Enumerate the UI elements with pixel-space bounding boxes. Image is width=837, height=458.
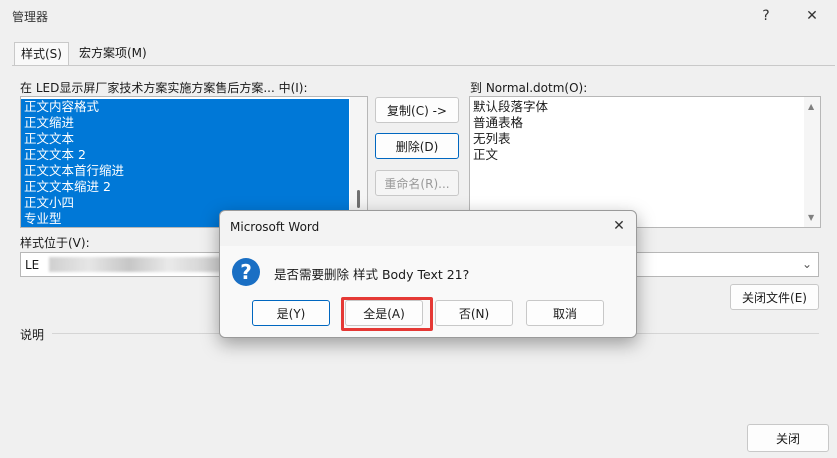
right-location-combo[interactable]: ⌄ bbox=[634, 252, 819, 277]
list-item[interactable]: 正文缩进 bbox=[21, 115, 349, 131]
list-item[interactable]: 正文 bbox=[470, 147, 800, 163]
cancel-button[interactable]: 取消 bbox=[526, 300, 604, 326]
list-item[interactable]: 正文文本缩进 2 bbox=[21, 179, 349, 195]
window-title: 管理器 bbox=[12, 10, 49, 24]
dialog-message: 是否需要删除 样式 Body Text 21? bbox=[274, 267, 470, 282]
question-icon: ? bbox=[232, 258, 260, 286]
right-list-label: 到 Normal.dotm(O): bbox=[470, 81, 588, 95]
confirm-dialog: Microsoft Word ✕ ? 是否需要删除 样式 Body Text 2… bbox=[219, 210, 637, 338]
tab-macro-items[interactable]: 宏方案项(M) bbox=[73, 42, 153, 64]
scroll-down-icon[interactable]: ▼ bbox=[808, 213, 814, 222]
list-item[interactable]: 正文小四 bbox=[21, 195, 349, 211]
left-list-label: 在 LED显示屏厂家技术方案实施方案售后方案... 中(I): bbox=[20, 81, 308, 95]
list-item[interactable]: 默认段落字体 bbox=[470, 99, 800, 115]
list-item[interactable]: 普通表格 bbox=[470, 115, 800, 131]
right-style-items: 默认段落字体 普通表格 无列表 正文 bbox=[470, 99, 800, 163]
list-item[interactable]: 正文文本 bbox=[21, 131, 349, 147]
chevron-down-icon[interactable]: ⌄ bbox=[802, 257, 812, 271]
right-list-scrollbar[interactable]: ▲ ▼ bbox=[804, 97, 820, 227]
list-item[interactable]: 正文内容格式 bbox=[21, 99, 349, 115]
dialog-close-button[interactable]: ✕ bbox=[608, 215, 630, 237]
no-button[interactable]: 否(N) bbox=[435, 300, 513, 326]
left-style-items: 正文内容格式 正文缩进 正文文本 正文文本 2 正文文本首行缩进 正文文本缩进 … bbox=[21, 99, 349, 227]
dialog-title: Microsoft Word bbox=[230, 220, 320, 234]
close-button[interactable]: 关闭 bbox=[747, 424, 829, 452]
right-style-list[interactable]: 默认段落字体 普通表格 无列表 正文 ▲ ▼ bbox=[469, 96, 821, 228]
tab-styles[interactable]: 样式(S) bbox=[14, 42, 69, 65]
yes-all-button[interactable]: 全是(A) bbox=[345, 300, 423, 326]
list-item[interactable]: 正文文本 2 bbox=[21, 147, 349, 163]
description-label: 说明 bbox=[20, 328, 45, 342]
left-location-value: LE bbox=[25, 258, 40, 272]
left-style-list[interactable]: 正文内容格式 正文缩进 正文文本 正文文本 2 正文文本首行缩进 正文文本缩进 … bbox=[20, 96, 368, 228]
left-list-scrollbar[interactable] bbox=[350, 97, 367, 227]
window-close-button[interactable]: ✕ bbox=[798, 5, 826, 27]
close-file-button[interactable]: 关闭文件(E) bbox=[730, 284, 819, 310]
dialog-body: ? 是否需要删除 样式 Body Text 21? 是(Y) 全是(A) 否(N… bbox=[220, 246, 636, 337]
yes-button[interactable]: 是(Y) bbox=[252, 300, 330, 326]
delete-button[interactable]: 删除(D) bbox=[375, 133, 459, 159]
help-button[interactable]: ? bbox=[752, 5, 780, 27]
scrollbar-thumb[interactable] bbox=[357, 190, 360, 208]
list-item[interactable]: 无列表 bbox=[470, 131, 800, 147]
rename-button[interactable]: 重命名(R)... bbox=[375, 170, 459, 196]
copy-button[interactable]: 复制(C) -> bbox=[375, 97, 459, 123]
list-item[interactable]: 正文文本首行缩进 bbox=[21, 163, 349, 179]
scroll-up-icon[interactable]: ▲ bbox=[808, 102, 814, 111]
style-location-label: 样式位于(V): bbox=[20, 236, 90, 250]
